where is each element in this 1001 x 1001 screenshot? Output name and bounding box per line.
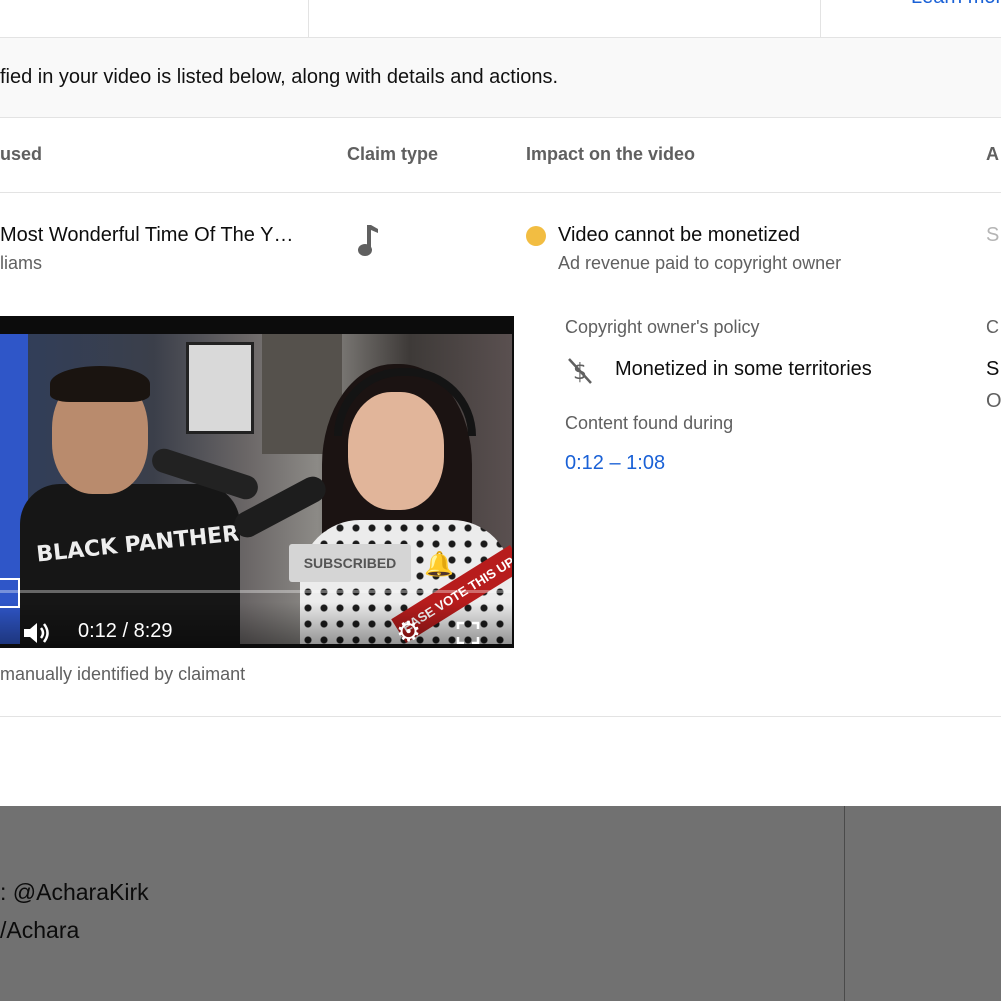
status-dot [526,226,546,246]
header-divider [820,0,821,37]
learn-more-link[interactable]: Learn more [911,0,1001,9]
song-title[interactable]: Most Wonderful Time Of The Y… [0,224,293,247]
impact-subtitle: Ad revenue paid to copyright owner [558,253,842,273]
controls-shade [0,602,512,644]
progress-bar[interactable] [0,590,512,593]
video-time: 0:12 / 8:29 [78,620,173,642]
bell-icon: 🔔 [424,551,454,578]
policy-label: Copyright owner's policy [565,317,760,337]
header-divider [308,0,309,37]
action-fragment[interactable]: S [986,224,999,247]
background-text-line: /Achara [0,917,80,943]
column-header-impact: Impact on the video [526,144,696,164]
video-person-left-hair [50,366,150,402]
info-text: fied in your video is listed below, alon… [0,66,559,88]
fullscreen-icon[interactable] [456,621,480,644]
background-divider [844,806,845,1001]
header-divider-line [0,192,1001,193]
impact-title: Video cannot be monetized [558,224,801,246]
background-page-overlay [0,806,1001,1001]
background-text-line: : @AcharaKirk [0,879,149,905]
music-note-icon [358,225,378,256]
right-column-label-fragment: C [986,317,999,337]
right-column-sub-fragment: O [986,390,1001,412]
video-poster [186,342,254,434]
column-header-actions: A [986,144,999,164]
video-player[interactable]: BLACK PANTHER SUBSCRIBED 🔔 EASE VOTE THI… [0,316,514,648]
identification-note: manually identified by claimant [0,664,246,684]
song-artist: liams [0,253,43,273]
row-divider [0,716,1001,717]
column-header-content-used: used [0,144,43,164]
policy-text: Monetized in some territories [615,358,872,380]
content-found-label: Content found during [565,413,734,433]
video-frame[interactable]: BLACK PANTHER SUBSCRIBED 🔔 EASE VOTE THI… [0,334,512,644]
money-off-icon: $ [568,358,592,385]
header-strip [0,0,1001,38]
volume-icon[interactable] [22,620,54,644]
subscribed-badge: SUBSCRIBED [289,544,411,582]
captions-icon[interactable] [0,578,20,608]
right-column-value-fragment: S [986,358,1000,380]
content-found-range-link[interactable]: 0:12 – 1:08 [565,452,665,475]
gear-icon[interactable]: ⚙ [396,618,421,645]
column-header-claim-type: Claim type [347,144,439,164]
